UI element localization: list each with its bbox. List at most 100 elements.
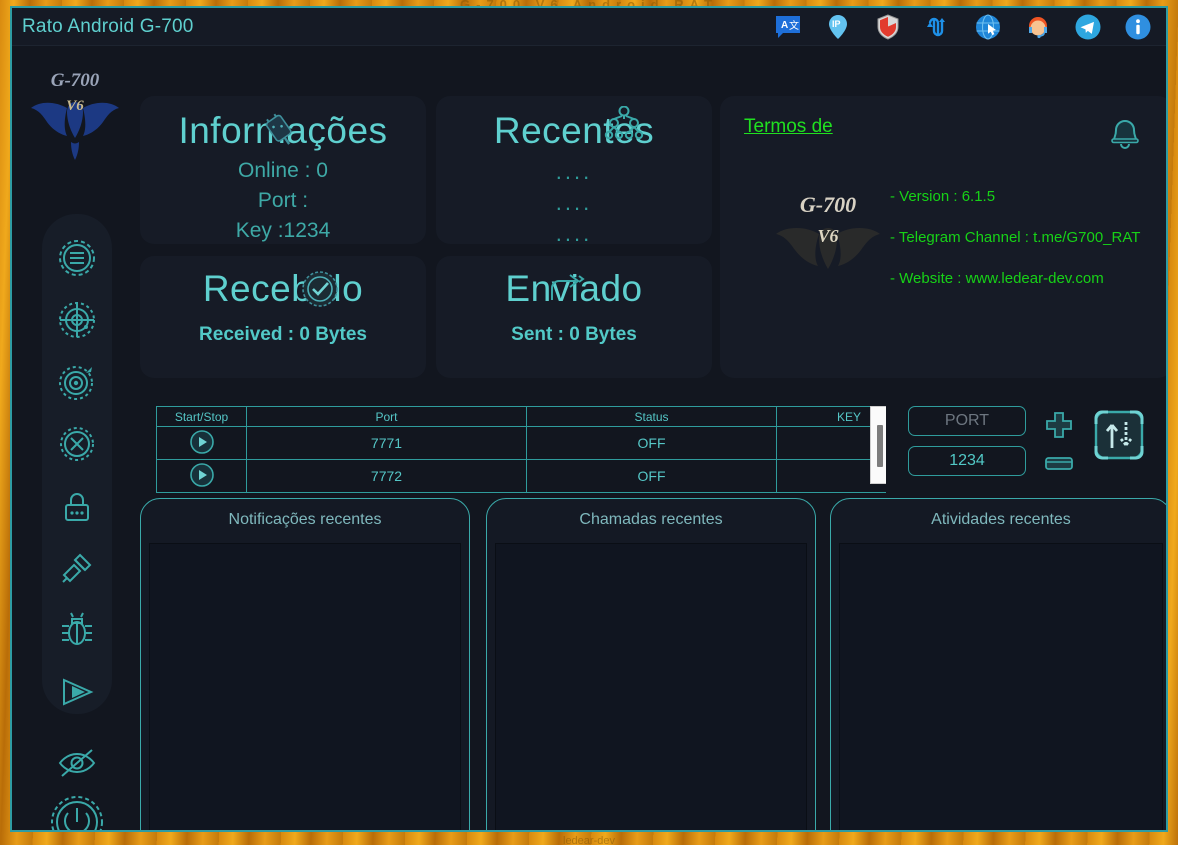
panel-calls-list[interactable] [495, 543, 807, 830]
wallpaper-text-bottom: ledear-dev [563, 835, 615, 845]
card-recebido-title: Recebido [140, 268, 426, 310]
key-input[interactable] [908, 446, 1026, 476]
th-port: Port [246, 406, 527, 427]
bell-icon[interactable] [1106, 112, 1144, 152]
support-agent-icon[interactable] [1024, 13, 1052, 41]
close-circle-icon[interactable] [57, 424, 97, 464]
cell-start-stop[interactable] [156, 426, 247, 460]
bug-icon[interactable] [57, 610, 97, 650]
sidebar [42, 214, 112, 714]
panel-activities: Atividades recentes [830, 498, 1166, 830]
svg-text:IP: IP [832, 19, 841, 29]
terms-telegram: - Telegram Channel : t.me/G700_RAT [890, 229, 1141, 246]
card-recebido-title-text: Recebido [202, 268, 364, 309]
radar-icon[interactable] [57, 300, 97, 340]
info-icon[interactable] [1124, 13, 1152, 41]
info-online: Online : 0 [238, 159, 328, 182]
card-recentes: Recentes .... .... .... [436, 96, 712, 246]
plus-icon[interactable] [1044, 410, 1074, 440]
power-icon[interactable] [49, 794, 105, 832]
app-logo: G-700 V6 [20, 54, 130, 174]
card-informacoes-title-text: Informações [178, 110, 388, 151]
shield-icon[interactable] [874, 13, 902, 41]
port-control-fields [908, 406, 1026, 476]
main-content: G-700 V6 Informações Online: 0 Port: K… [12, 46, 1166, 832]
terms-version: - Version : 6.1.5 [890, 188, 996, 205]
recent-row: .... [555, 190, 593, 215]
eagle-logo-icon: G-700 V6 [31, 70, 119, 160]
ports-section: Start/Stop Port Status KEY 7771 OFF 7772… [140, 394, 1166, 493]
card-informacoes-title: Informações [140, 110, 426, 152]
title-bar: Rato Android G-700 A 文 IP [12, 8, 1166, 46]
info-key: Key :1234 [235, 219, 331, 242]
panel-calls: Chamadas recentes [486, 498, 816, 830]
cell-start-stop[interactable] [156, 459, 247, 493]
received-value: Received : 0 Bytes [199, 324, 367, 345]
card-enviado-title: Enviado [436, 268, 712, 310]
logo-bottom-text: V6 [66, 98, 84, 114]
recent-row: .... [555, 159, 593, 184]
svg-text:A: A [781, 20, 788, 31]
eye-off-icon[interactable] [56, 746, 98, 780]
terms-panel: Termos de G-700 V6 - Version : 6.1.5 - T… [720, 96, 1166, 378]
cell-status: OFF [526, 459, 777, 493]
up-down-arrows-icon[interactable] [1092, 408, 1146, 462]
panel-activities-title: Atividades recentes [931, 511, 1071, 528]
port-input[interactable] [908, 406, 1026, 436]
application-window: Rato Android G-700 A 文 IP G-700 V6 Infor… [10, 6, 1168, 832]
target-icon[interactable] [57, 362, 97, 402]
terms-logo-top-text: G-700 [800, 192, 856, 217]
card-recentes-rows: .... .... .... [436, 156, 712, 249]
window-title: Rato Android G-700 [22, 15, 194, 37]
play-button-icon[interactable] [189, 429, 215, 455]
terms-logo-bottom-text: V6 [817, 226, 838, 246]
tray-icon-group: A 文 IP [774, 13, 1166, 41]
th-start-stop: Start/Stop [156, 406, 247, 427]
panel-notifications-title: Notificações recentes [228, 511, 382, 528]
menu-circle-icon[interactable] [57, 238, 97, 278]
ports-table-container: Start/Stop Port Status KEY 7771 OFF 7772… [156, 406, 886, 496]
sidebar-bottom [42, 746, 112, 832]
lock-password-icon[interactable] [57, 486, 97, 526]
terms-website: - Website : www.ledear-dev.com [890, 270, 1104, 287]
globe-cursor-icon[interactable] [974, 13, 1002, 41]
card-enviado: Enviado Sent : 0 Bytes [436, 256, 712, 378]
ip-pin-icon[interactable]: IP [824, 13, 852, 41]
panel-calls-title: Chamadas recentes [579, 511, 723, 528]
panel-notifications-list[interactable] [149, 543, 461, 830]
sync-icon[interactable] [924, 13, 952, 41]
th-status: Status [526, 406, 777, 427]
panel-activities-list[interactable] [839, 543, 1163, 830]
card-informacoes-lines: Online : 0 Port : Key :1234 [140, 156, 426, 246]
card-recentes-title: Recentes [436, 106, 712, 152]
card-informacoes: Informações Online : 0 Port : Key :1234 [140, 96, 426, 244]
telegram-icon[interactable] [1074, 13, 1102, 41]
port-control-buttons [1044, 406, 1074, 472]
svg-text:文: 文 [789, 19, 799, 32]
info-port: Port : [257, 189, 309, 212]
translate-icon[interactable]: A 文 [774, 13, 802, 41]
sent-value: Sent : 0 Bytes [511, 324, 637, 345]
table-scrollbar[interactable] [870, 406, 886, 484]
card-minus-icon[interactable] [1044, 454, 1074, 472]
terms-eagle-logo-icon: G-700 V6 [776, 192, 880, 269]
syringe-icon[interactable] [57, 548, 97, 588]
scrollbar-thumb[interactable] [877, 425, 883, 467]
table-header-row: Start/Stop Port Status KEY [156, 406, 886, 427]
play-button-icon[interactable] [189, 462, 215, 488]
cell-port: 7772 [246, 459, 527, 493]
cell-status: OFF [526, 426, 777, 460]
play-triangle-icon[interactable] [57, 672, 97, 712]
panel-notifications: Notificações recentes [140, 498, 470, 830]
card-recentes-title-text: Recentes [493, 110, 655, 151]
logo-top-text: G-700 [51, 70, 100, 91]
port-controls [908, 406, 1146, 476]
table-row: 7771 OFF [156, 426, 886, 460]
card-recebido: Recebido Received : 0 Bytes [140, 256, 426, 378]
card-enviado-title-text: Enviado [505, 268, 643, 309]
terms-link[interactable]: Termos de [744, 116, 833, 138]
ports-table: Start/Stop Port Status KEY 7771 OFF 7772… [156, 406, 886, 493]
table-row: 7772 OFF [156, 459, 886, 493]
cell-port: 7771 [246, 426, 527, 460]
recent-row: .... [555, 221, 593, 246]
